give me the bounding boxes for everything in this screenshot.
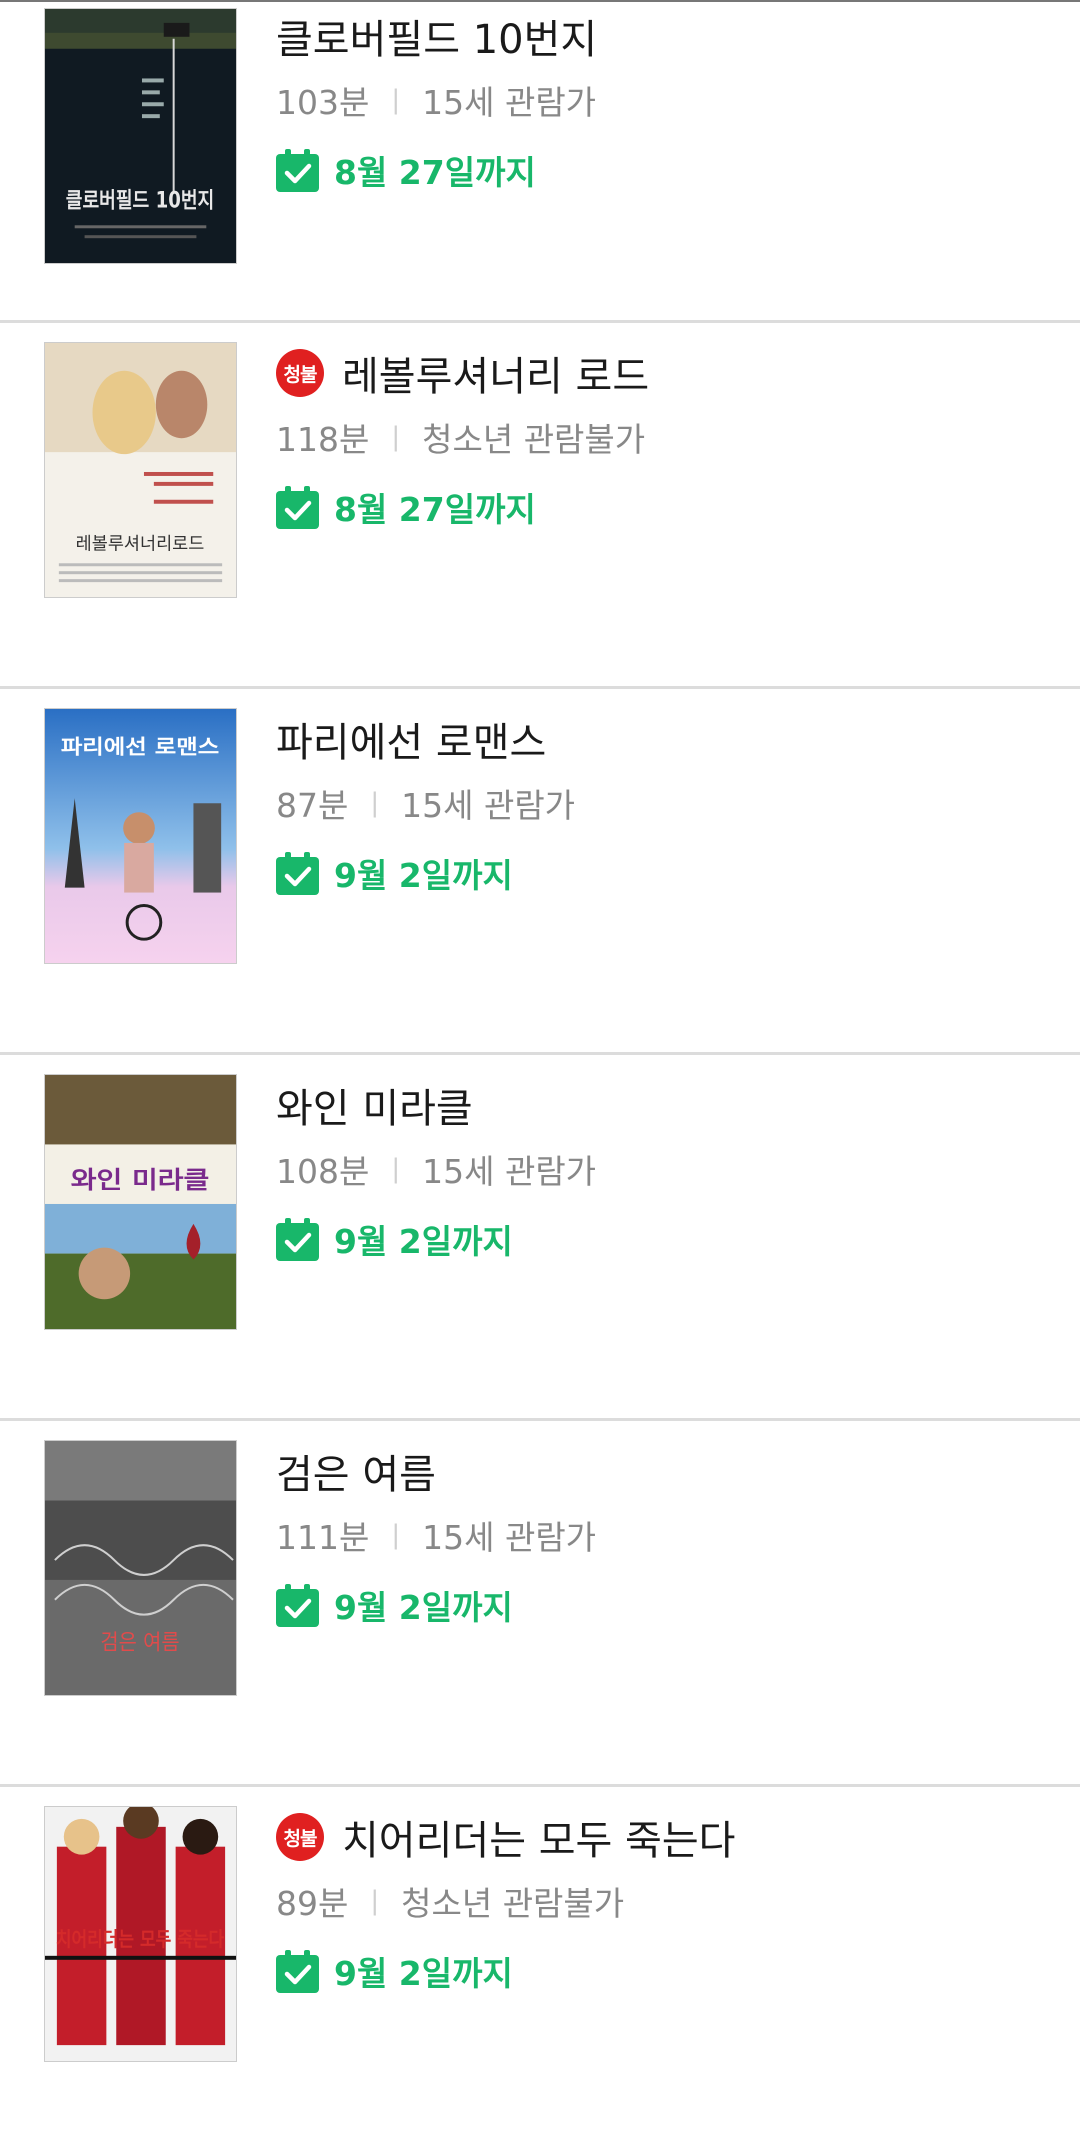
- poster-title-text: 와인 미라클: [71, 1166, 210, 1194]
- available-until: 8월 27일까지: [334, 490, 536, 529]
- available-until: 9월 2일까지: [334, 1588, 513, 1627]
- available-until: 9월 2일까지: [334, 1222, 513, 1261]
- available-until: 9월 2일까지: [334, 1954, 513, 1993]
- meta-separator: |: [391, 422, 401, 452]
- movie-list-item[interactable]: 검은 여름 검은 여름 111분 | 15세 관람가 9월 2일까지: [0, 1421, 1080, 1787]
- runtime: 103분: [276, 83, 370, 122]
- age-rating: 15세 관람가: [422, 83, 597, 122]
- meta-separator: |: [370, 788, 380, 818]
- movie-list: 클로버필드 10번지 클로버필드 10번지 103분 | 15세 관람가 8월 …: [0, 0, 1080, 2153]
- age-rating: 청소년 관람불가: [401, 1884, 625, 1923]
- adult-only-badge: 청불: [276, 1813, 324, 1861]
- runtime: 87분: [276, 786, 349, 825]
- movie-list-item[interactable]: 치어리더는 모두 죽는다 청불 치어리더는 모두 죽는다 89분 | 청소년 관…: [0, 1787, 1080, 2153]
- age-rating: 15세 관람가: [422, 1518, 597, 1557]
- calendar-check-icon: [276, 148, 319, 192]
- movie-list-item[interactable]: 파리에선 로맨스 파리에선 로맨스 87분 | 15세 관람가 9월 2일까지: [0, 689, 1080, 1055]
- runtime: 108분: [276, 1152, 370, 1191]
- movie-title[interactable]: 와인 미라클: [276, 1076, 473, 1134]
- adult-only-badge: 청불: [276, 349, 324, 397]
- meta-separator: |: [391, 1154, 401, 1184]
- age-rating: 15세 관람가: [401, 786, 576, 825]
- calendar-check-icon: [276, 485, 319, 529]
- movie-poster[interactable]: 파리에선 로맨스: [44, 708, 237, 964]
- movie-title[interactable]: 치어리더는 모두 죽는다: [342, 1808, 735, 1866]
- calendar-check-icon: [276, 1583, 319, 1627]
- movie-title[interactable]: 클로버필드 10번지: [276, 7, 597, 65]
- poster-title-text: 파리에선 로맨스: [61, 736, 219, 759]
- runtime: 89분: [276, 1884, 349, 1923]
- calendar-check-icon: [276, 851, 319, 895]
- movie-poster[interactable]: 레볼루셔너리로드: [44, 342, 237, 598]
- calendar-check-icon: [276, 1949, 319, 1993]
- runtime: 118분: [276, 420, 370, 459]
- poster-title-text: 클로버필드 10번지: [66, 188, 214, 213]
- movie-title[interactable]: 레볼루셔너리 로드: [342, 344, 649, 402]
- movie-poster[interactable]: 클로버필드 10번지: [44, 8, 237, 264]
- movie-poster[interactable]: 검은 여름: [44, 1440, 237, 1696]
- movie-poster[interactable]: 와인 미라클: [44, 1074, 237, 1330]
- movie-list-item[interactable]: 레볼루셔너리로드 청불 레볼루셔너리 로드 118분 | 청소년 관람불가 8월…: [0, 323, 1080, 689]
- runtime: 111분: [276, 1518, 370, 1557]
- movie-list-item[interactable]: 와인 미라클 와인 미라클 108분 | 15세 관람가 9월 2일까지: [0, 1055, 1080, 1421]
- meta-separator: |: [391, 1520, 401, 1550]
- meta-separator: |: [391, 85, 401, 115]
- calendar-check-icon: [276, 1217, 319, 1261]
- age-rating: 청소년 관람불가: [422, 420, 646, 459]
- movie-list-item[interactable]: 클로버필드 10번지 클로버필드 10번지 103분 | 15세 관람가 8월 …: [0, 0, 1080, 323]
- available-until: 9월 2일까지: [334, 856, 513, 895]
- age-rating: 15세 관람가: [422, 1152, 597, 1191]
- movie-title[interactable]: 파리에선 로맨스: [276, 710, 546, 768]
- meta-separator: |: [370, 1886, 380, 1916]
- poster-title-text: 검은 여름: [100, 1630, 179, 1655]
- movie-title[interactable]: 검은 여름: [276, 1442, 436, 1500]
- poster-title-text: 레볼루셔너리로드: [76, 533, 205, 554]
- available-until: 8월 27일까지: [334, 153, 536, 192]
- movie-poster[interactable]: 치어리더는 모두 죽는다: [44, 1806, 237, 2062]
- poster-title-text: 치어리더는 모두 죽는다: [56, 1928, 225, 1951]
